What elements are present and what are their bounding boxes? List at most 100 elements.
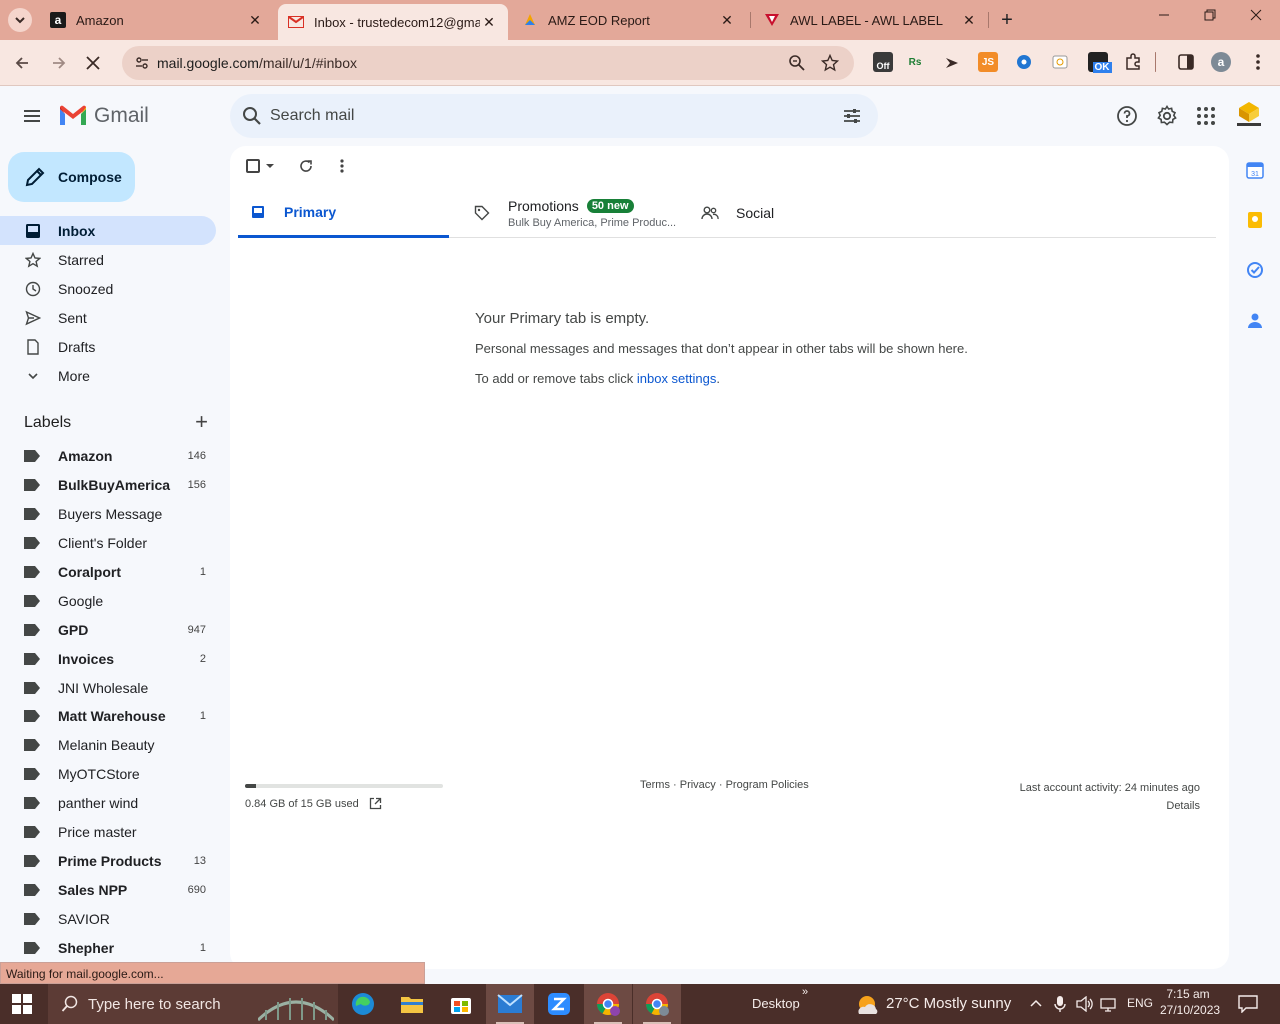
close-icon[interactable]: ✕ [718, 12, 736, 29]
nav-item-sent[interactable]: Sent [0, 303, 216, 332]
label-item[interactable]: Prime Products 13 [0, 846, 216, 875]
taskbar-chrome[interactable] [633, 984, 681, 1024]
zoom-icon[interactable] [788, 54, 806, 72]
speaker-icon[interactable] [1076, 996, 1094, 1012]
toolbar-overflow-chevron[interactable]: » [802, 986, 808, 998]
tab-search-button[interactable] [8, 8, 32, 32]
nav-item-more[interactable]: More [0, 361, 216, 390]
label-item[interactable]: Matt Warehouse 1 [0, 702, 216, 731]
label-item[interactable]: Client's Folder [0, 529, 216, 558]
label-item[interactable]: panther wind [0, 789, 216, 818]
notifications-icon[interactable] [1238, 995, 1258, 1013]
browser-tab-inbox[interactable]: Inbox - trustedecom12@gmail ✕ [278, 4, 508, 40]
label-item[interactable]: JNI Wholesale [0, 673, 216, 702]
tasks-icon[interactable] [1246, 261, 1264, 279]
label-item[interactable]: GPD 947 [0, 615, 216, 644]
search-input[interactable]: Search mail [270, 107, 354, 125]
bookmark-star-icon[interactable] [821, 54, 839, 72]
refresh-icon[interactable] [298, 158, 314, 174]
inbox-settings-link[interactable]: inbox settings [637, 371, 717, 386]
minimize-icon[interactable] [1152, 8, 1176, 24]
add-label-button[interactable]: + [195, 411, 208, 433]
side-panel-icon[interactable] [1176, 52, 1196, 72]
label-item[interactable]: Sales NPP 690 [0, 875, 216, 904]
microphone-icon[interactable] [1054, 995, 1066, 1013]
taskbar-zoom[interactable] [535, 984, 583, 1024]
help-icon[interactable] [1115, 104, 1139, 128]
browser-tab-awl-label[interactable]: AWL LABEL - AWL LABEL ✕ [754, 0, 988, 40]
compose-button[interactable]: Compose [8, 152, 135, 202]
clock[interactable]: 7:15 am 27/10/2023 [1160, 987, 1220, 1017]
nav-item-drafts[interactable]: Drafts [0, 332, 216, 361]
language-indicator[interactable]: ENG [1127, 996, 1153, 1010]
label-item[interactable]: Buyers Message [0, 500, 216, 529]
tab-promotions[interactable]: Promotions 50 new Bulk Buy America, Prim… [472, 188, 692, 238]
label-item[interactable]: BulkBuyAmerica 156 [0, 471, 216, 500]
back-button[interactable] [11, 52, 33, 74]
search-icon[interactable] [242, 106, 262, 126]
browser-tab-amazon[interactable]: a Amazon ✕ [40, 0, 274, 40]
profile-avatar[interactable]: a [1211, 52, 1231, 72]
desktop-toolbar-label[interactable]: Desktop [752, 996, 800, 1011]
calendar-icon[interactable]: 31 [1246, 161, 1264, 179]
taskbar-chrome-profile[interactable] [584, 984, 632, 1024]
terms-link[interactable]: Terms [640, 779, 670, 791]
window-close-icon[interactable] [1244, 8, 1268, 24]
contacts-icon[interactable] [1246, 311, 1264, 329]
extension-arrow-icon[interactable] [942, 52, 962, 72]
stop-loading-button[interactable] [82, 52, 104, 74]
details-link[interactable]: Details [1166, 800, 1200, 812]
nav-item-inbox[interactable]: Inbox [0, 216, 216, 245]
label-item[interactable]: Shepher 1 [0, 933, 216, 962]
extension-helm-icon[interactable] [1014, 52, 1034, 72]
forward-button[interactable] [48, 52, 70, 74]
taskbar-mail[interactable] [486, 984, 534, 1024]
extension-js-icon[interactable]: JS [978, 52, 998, 72]
weather-text[interactable]: 27°C Mostly sunny [886, 995, 1011, 1012]
account-logo[interactable] [1235, 100, 1263, 130]
label-item[interactable]: Price master [0, 818, 216, 847]
restore-icon[interactable] [1198, 8, 1222, 24]
label-item[interactable]: Google [0, 586, 216, 615]
network-icon[interactable] [1100, 996, 1118, 1012]
storage-bar[interactable] [245, 784, 443, 788]
label-item[interactable]: MyOTCStore [0, 760, 216, 789]
taskbar-file-explorer[interactable] [388, 984, 436, 1024]
label-item[interactable]: Amazon 146 [0, 442, 216, 471]
apps-grid-icon[interactable] [1194, 104, 1218, 128]
caret-down-icon[interactable] [266, 162, 274, 170]
tab-social[interactable]: Social [700, 188, 850, 238]
browser-tab-amz-eod[interactable]: AMZ EOD Report ✕ [512, 0, 746, 40]
browser-menu-icon[interactable] [1248, 52, 1268, 72]
nav-item-snoozed[interactable]: Snoozed [0, 274, 216, 303]
more-vert-icon[interactable] [340, 159, 344, 173]
nav-item-starred[interactable]: Starred [0, 245, 216, 274]
label-item[interactable]: Melanin Beauty [0, 731, 216, 760]
windows-start-icon[interactable] [12, 994, 32, 1014]
label-item[interactable]: SAVIOR [0, 904, 216, 933]
extension-rs-icon[interactable]: Rs [905, 52, 925, 72]
chevron-up-icon[interactable] [1030, 998, 1042, 1010]
open-in-new-icon[interactable] [369, 797, 382, 810]
taskbar-edge[interactable] [339, 984, 387, 1024]
search-bar[interactable]: Search mail [230, 94, 878, 138]
tab-primary[interactable]: Primary [238, 188, 449, 238]
keep-icon[interactable] [1246, 211, 1264, 229]
main-menu-button[interactable] [20, 104, 44, 128]
search-options-icon[interactable] [842, 106, 862, 126]
taskbar-search-box[interactable]: Type here to search [48, 984, 338, 1024]
extension-off-icon[interactable]: Off [873, 52, 893, 72]
extension-ok-icon[interactable]: OK [1088, 52, 1112, 73]
address-bar[interactable]: mail.google.com/mail/u/1/#inbox [122, 46, 854, 80]
label-item[interactable]: Coralport 1 [0, 558, 216, 587]
new-tab-button[interactable]: + [996, 9, 1018, 31]
close-icon[interactable]: ✕ [480, 14, 498, 31]
select-checkbox[interactable] [246, 159, 274, 173]
weather-sun-cloud-icon[interactable] [855, 994, 881, 1016]
site-info-icon[interactable] [134, 55, 150, 71]
settings-gear-icon[interactable] [1155, 104, 1179, 128]
extension-scissors-icon[interactable] [1050, 52, 1070, 72]
extensions-puzzle-icon[interactable] [1123, 52, 1143, 72]
gmail-logo[interactable]: Gmail [58, 104, 149, 128]
program-policies-link[interactable]: Program Policies [726, 779, 809, 791]
